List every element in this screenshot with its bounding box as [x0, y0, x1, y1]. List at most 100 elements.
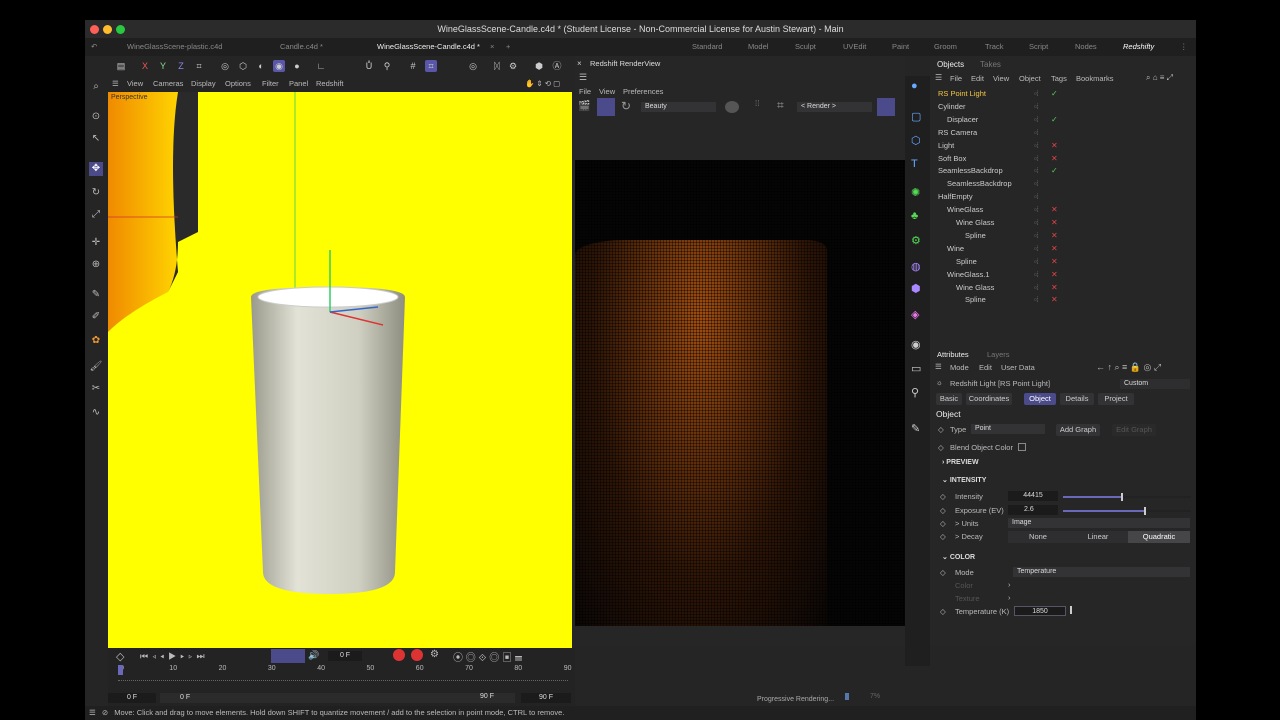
primitive-icon[interactable]: ⬡: [911, 134, 921, 147]
keyframe-icon[interactable]: ◇: [940, 568, 946, 577]
obj-toolbar-icons[interactable]: ⌕ ⌂ ≡ ⤢: [1146, 73, 1173, 83]
tab-attributes[interactable]: Attributes: [937, 350, 969, 359]
current-frame-field[interactable]: 0 F: [328, 651, 362, 661]
grid-icon[interactable]: ⁞⁞: [755, 99, 759, 108]
color-section[interactable]: ⌄ COLOR: [942, 553, 975, 561]
hamburger-icon[interactable]: ☰: [89, 708, 96, 717]
rv-menu-view[interactable]: View: [599, 87, 615, 96]
select-tool-icon[interactable]: ↖: [89, 132, 103, 146]
loop-button[interactable]: [271, 649, 305, 663]
subtab-coordinates[interactable]: Coordinates: [966, 393, 1012, 405]
sound-icon[interactable]: 🔊: [308, 650, 319, 661]
scale-tool-icon[interactable]: ⤢: [89, 208, 103, 222]
object-row[interactable]: RS Point Light ▫⁞ ✓: [930, 87, 1196, 100]
hamburger-icon[interactable]: ☰: [579, 72, 587, 83]
grid-icon[interactable]: #: [407, 60, 419, 72]
visibility-toggle[interactable]: ▫⁞: [1034, 87, 1039, 100]
units-dropdown[interactable]: Image: [1008, 518, 1190, 528]
workplane-icon[interactable]: ⌗: [425, 60, 437, 72]
expand-texture-icon[interactable]: ›: [1008, 593, 1011, 602]
tab-takes[interactable]: Takes: [980, 60, 1001, 69]
visibility-toggle[interactable]: ▫⁞: [1034, 113, 1039, 126]
workspace-paint[interactable]: Paint: [892, 38, 909, 56]
hamburger-icon[interactable]: ☰: [112, 76, 119, 92]
visibility-toggle[interactable]: ▫⁞: [1034, 242, 1039, 255]
keyframe-icon[interactable]: ◇: [940, 532, 946, 541]
snap-icon[interactable]: Ů: [363, 60, 375, 72]
keyframe-icon[interactable]: ◇: [940, 519, 946, 528]
close-renderview-icon[interactable]: ×: [577, 59, 582, 68]
hamburger-icon[interactable]: ☰: [935, 73, 942, 82]
doc-tab[interactable]: Candle.c4d *: [280, 38, 323, 56]
object-row[interactable]: Spline ▫⁞ ✕: [930, 229, 1196, 242]
object-row[interactable]: WineGlass ▫⁞ ✕: [930, 203, 1196, 216]
enabled-check-icon[interactable]: ✓: [1051, 87, 1058, 100]
add-graph-button[interactable]: Add Graph: [1056, 424, 1100, 436]
workspace-nodes[interactable]: Nodes: [1075, 38, 1097, 56]
object-row[interactable]: Displacer ▫⁞ ✓: [930, 113, 1196, 126]
paint-icon[interactable]: ✿: [89, 334, 103, 348]
range-slider[interactable]: 0 F: [160, 693, 515, 703]
more-icon[interactable]: ⋮: [1180, 38, 1188, 56]
edges-mode-icon[interactable]: ⬡: [237, 60, 249, 72]
keyframe-icon[interactable]: ◇: [940, 492, 946, 501]
render-icon[interactable]: ◎: [467, 60, 479, 72]
redshift-a-icon[interactable]: Ⓐ: [551, 60, 563, 72]
mode-dropdown[interactable]: Temperature: [1013, 567, 1190, 577]
minimize-window-button[interactable]: [103, 25, 112, 34]
start-render-button[interactable]: [597, 98, 615, 116]
refresh-icon[interactable]: ↻: [621, 99, 631, 113]
visibility-toggle[interactable]: ▫⁞: [1034, 152, 1039, 165]
text-icon[interactable]: T: [911, 158, 918, 170]
visibility-toggle[interactable]: ▫⁞: [1034, 255, 1039, 268]
subtab-basic[interactable]: Basic: [936, 393, 962, 405]
menu-redshift[interactable]: Redshift: [316, 76, 344, 92]
deformer-icon[interactable]: ◍: [911, 260, 921, 273]
visibility-toggle[interactable]: ▫⁞: [1034, 268, 1039, 281]
tab-layers[interactable]: Layers: [987, 350, 1010, 359]
close-window-button[interactable]: [90, 25, 99, 34]
object-row[interactable]: Wine Glass ▫⁞ ✕: [930, 281, 1196, 294]
z-axis-lock[interactable]: Z: [175, 60, 187, 72]
object-row[interactable]: Wine Glass ▫⁞ ✕: [930, 216, 1196, 229]
object-row[interactable]: Spline ▫⁞ ✕: [930, 255, 1196, 268]
keyframe-selection-icon[interactable]: ⚙: [430, 649, 439, 660]
knife-icon[interactable]: ✂: [89, 382, 103, 396]
effector-icon[interactable]: ⚙: [911, 234, 921, 247]
object-row[interactable]: Wine ▫⁞ ✕: [930, 242, 1196, 255]
spline-tool-icon[interactable]: ✐: [89, 310, 103, 324]
obj-menu-edit[interactable]: Edit: [971, 74, 984, 83]
object-row[interactable]: HalfEmpty ▫⁞: [930, 190, 1196, 203]
visibility-toggle[interactable]: ▫⁞: [1034, 293, 1039, 306]
zoom-window-button[interactable]: [116, 25, 125, 34]
settings-icon[interactable]: ⚙: [507, 60, 519, 72]
disabled-x-icon[interactable]: ✕: [1051, 268, 1058, 281]
workspace-redshifty[interactable]: Redshifty: [1123, 38, 1155, 57]
transform-icon[interactable]: ✛: [89, 236, 103, 250]
intensity-field[interactable]: 44415: [1008, 491, 1058, 501]
mograph-icon[interactable]: ♣: [911, 210, 918, 222]
crop-icon[interactable]: ⌗: [777, 98, 784, 113]
object-row[interactable]: Soft Box ▫⁞ ✕: [930, 152, 1196, 165]
obj-menu-object[interactable]: Object: [1019, 74, 1041, 83]
visibility-toggle[interactable]: ▫⁞: [1034, 177, 1039, 190]
visibility-toggle[interactable]: ▫⁞: [1034, 100, 1039, 113]
disabled-x-icon[interactable]: ✕: [1051, 281, 1058, 294]
clapper-icon[interactable]: 🎬: [578, 101, 590, 112]
spline-pen-icon[interactable]: ✎: [89, 288, 103, 302]
subtab-details[interactable]: Details: [1060, 393, 1094, 405]
keyframe-icon[interactable]: ◇: [940, 506, 946, 515]
viewport-nav-icons[interactable]: ✋ ⇕ ⟲ ▢: [525, 76, 560, 92]
search-icon[interactable]: ⌕: [89, 80, 103, 94]
menu-display[interactable]: Display: [191, 76, 216, 92]
visibility-toggle[interactable]: ▫⁞: [1034, 190, 1039, 203]
object-row[interactable]: Spline ▫⁞ ✕: [930, 293, 1196, 306]
polygons-mode-icon[interactable]: ◐: [255, 60, 267, 72]
rs-light-icon[interactable]: ●: [911, 80, 918, 92]
timeline-ruler[interactable]: 0102030405060708090: [108, 665, 575, 685]
camera-icon[interactable]: ▭: [911, 362, 921, 375]
aov-dropdown[interactable]: Beauty: [641, 102, 716, 112]
coord-system-icon[interactable]: ⌗: [193, 60, 205, 72]
exposure-slider[interactable]: [1063, 507, 1191, 515]
object-row[interactable]: RS Camera ▫⁞: [930, 126, 1196, 139]
